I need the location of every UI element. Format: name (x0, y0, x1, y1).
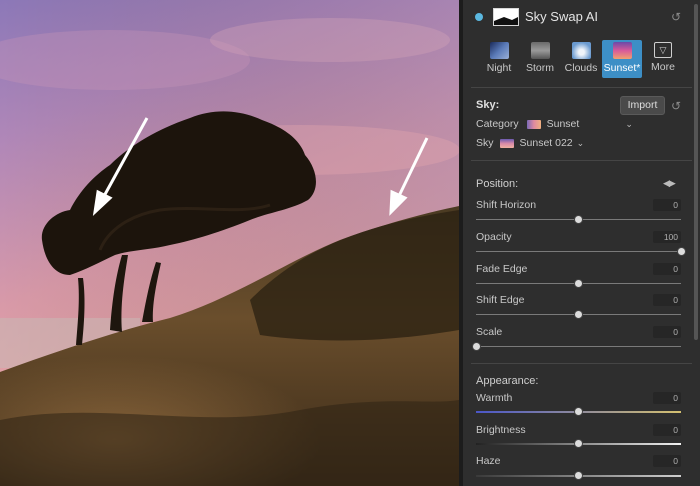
position-heading: Position: (476, 178, 519, 190)
category-dropdown[interactable]: Sunset (547, 118, 580, 130)
slider-label: Opacity (476, 231, 512, 243)
fade-edge-value[interactable]: 0 (653, 263, 681, 275)
storm-preset-icon (530, 42, 550, 59)
slider-label: Fade Edge (476, 263, 528, 275)
shift-edge-value[interactable]: 0 (653, 294, 681, 306)
category-label: Category (476, 118, 519, 130)
import-button[interactable]: Import (620, 96, 665, 115)
slider-label: Shift Horizon (476, 199, 537, 211)
slider-label: Scale (476, 326, 503, 338)
chevron-down-icon[interactable]: ⌄ (577, 138, 585, 149)
fade-edge-knob[interactable] (574, 279, 583, 288)
preset-storm[interactable]: Storm (520, 40, 560, 78)
sky-dropdown[interactable]: Sunset 022 (520, 137, 573, 149)
preset-label: Night (486, 62, 512, 74)
divider (471, 87, 692, 88)
sky-thumb-icon (499, 138, 514, 148)
slider-label: Brightness (476, 424, 526, 436)
sky-swap-panel: Sky Swap AI ↺ Night Storm Clouds Sunset*… (459, 0, 700, 486)
scale-slider[interactable] (476, 346, 681, 347)
sky-reset-icon[interactable]: ↺ (671, 99, 681, 113)
landscape-photo (0, 0, 459, 486)
panel-header[interactable]: Sky Swap AI ↺ (463, 0, 700, 34)
panel-title: Sky Swap AI (525, 9, 598, 24)
preset-label: Sunset* (603, 62, 641, 74)
preset-label: More (651, 61, 675, 73)
sky-preset-bar: Night Storm Clouds Sunset* ▽ More (479, 40, 683, 78)
reset-icon[interactable]: ↺ (671, 10, 681, 24)
sky-heading: Sky: (476, 99, 500, 111)
opacity-value[interactable]: 100 (653, 231, 681, 243)
shift-horizon-knob[interactable] (574, 215, 583, 224)
slider-label: Haze (476, 455, 501, 467)
slider-label: Shift Edge (476, 294, 525, 306)
preset-label: Storm (525, 62, 554, 74)
divider (471, 160, 692, 161)
category-row: Category Sunset ⌄ (476, 118, 633, 130)
shift-horizon-value[interactable]: 0 (653, 199, 681, 211)
shift-edge-knob[interactable] (574, 310, 583, 319)
panel-scrollbar[interactable] (694, 4, 698, 340)
opacity-knob[interactable] (676, 247, 686, 256)
preset-label: Clouds (564, 62, 598, 74)
slider-label: Warmth (476, 392, 513, 404)
left-right-arrows-icon[interactable]: ◀▶ (663, 178, 676, 189)
chevron-down-box-icon: ▽ (654, 42, 672, 58)
preset-sunset[interactable]: Sunset* (602, 40, 642, 78)
warmth-value[interactable]: 0 (653, 392, 681, 404)
chevron-down-icon[interactable]: ⌄ (625, 119, 633, 130)
preset-night[interactable]: Night (479, 40, 519, 78)
sky-row: Sky Sunset 022 ⌄ (476, 137, 584, 149)
opacity-slider[interactable] (476, 251, 681, 252)
enabled-indicator[interactable] (475, 13, 483, 21)
haze-value[interactable]: 0 (653, 455, 681, 467)
preset-more[interactable]: ▽ More (643, 40, 683, 78)
preset-clouds[interactable]: Clouds (561, 40, 601, 78)
warmth-knob[interactable] (574, 407, 583, 416)
night-preset-icon (489, 42, 509, 59)
brightness-knob[interactable] (574, 439, 583, 448)
filter-thumbnail (493, 8, 519, 26)
sky-label: Sky (476, 137, 494, 149)
scale-knob[interactable] (471, 342, 481, 351)
category-thumb-icon (526, 119, 541, 129)
brightness-value[interactable]: 0 (653, 424, 681, 436)
appearance-heading: Appearance: (476, 375, 539, 387)
scale-value[interactable]: 0 (653, 326, 681, 338)
divider (471, 363, 692, 364)
photo-canvas[interactable] (0, 0, 459, 486)
haze-knob[interactable] (574, 471, 583, 480)
clouds-preset-icon (571, 42, 591, 59)
sunset-preset-icon (612, 42, 632, 59)
